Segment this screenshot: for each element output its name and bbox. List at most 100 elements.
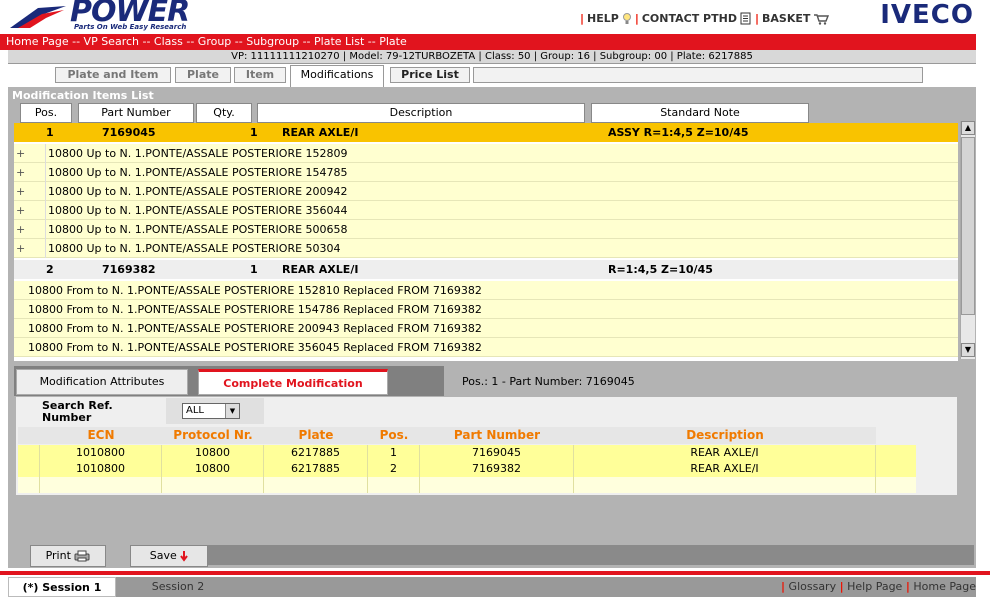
attributes-row[interactable]: 1010800 10800 6217885 2 7169382 REAR AXL… — [18, 461, 916, 477]
scroll-thumb[interactable] — [961, 137, 975, 315]
glossary-link[interactable]: Glossary — [789, 580, 837, 593]
power-logo[interactable]: POWER Parts On Web Easy Research — [8, 0, 190, 34]
child-text: 10800 From to N. 1.PONTE/ASSALE POSTERIO… — [28, 322, 482, 335]
child-row[interactable]: 10800 From to N. 1.PONTE/ASSALE POSTERIO… — [14, 281, 958, 300]
child-text: 10800 From to N. 1.PONTE/ASSALE POSTERIO… — [28, 303, 482, 316]
session-tab-1[interactable]: (*) Session 1 — [8, 577, 116, 597]
expand-plus-icon[interactable]: + — [16, 201, 25, 220]
item-pos: 2 — [46, 263, 54, 276]
brand-tagline: Parts On Web Easy Research — [74, 23, 187, 31]
iveco-logo: IVECO — [880, 0, 974, 30]
tab-item[interactable]: Item — [234, 67, 286, 83]
col-header-description: Description — [257, 103, 585, 123]
position-info: Pos.: 1 - Part Number: 7169045 — [462, 375, 635, 388]
detail-tabs: Modification Attributes Complete Modific… — [14, 366, 444, 396]
scroll-down-icon[interactable]: ▼ — [961, 343, 975, 357]
breadcrumb[interactable]: Home Page -- VP Search -- Class -- Group… — [0, 34, 976, 50]
child-row[interactable]: +10800 Up to N. 1.PONTE/ASSALE POSTERIOR… — [14, 182, 958, 201]
search-ref-select[interactable]: ALL ▼ — [182, 403, 240, 419]
session-bar: (*) Session 1 Session 2 | Glossary | Hel… — [0, 575, 990, 598]
attr-header-plate: Plate — [298, 428, 334, 442]
col-header-part-number: Part Number — [78, 103, 194, 123]
expand-plus-icon[interactable]: + — [16, 182, 25, 201]
expand-plus-icon[interactable]: + — [16, 220, 25, 239]
item-row[interactable]: 1 7169045 1 REAR AXLE/I ASSY R=1:4,5 Z=1… — [14, 123, 958, 142]
tab-plate-and-item[interactable]: Plate and Item — [55, 67, 171, 83]
attributes-panel: Search Ref. Number ALL ▼ ECN Protocol Nr… — [16, 397, 957, 495]
item-standard-note: R=1:4,5 Z=10/45 — [608, 263, 713, 276]
item-qty: 1 — [250, 126, 258, 139]
attr-plate: 6217885 — [264, 461, 368, 477]
col-header-standard-note: Standard Note — [591, 103, 809, 123]
tab-spacer — [473, 67, 923, 83]
item-row[interactable]: 2 7169382 1 REAR AXLE/I R=1:4,5 Z=10/45 — [14, 260, 958, 279]
search-ref-label: Search Ref. Number — [42, 399, 113, 424]
lightbulb-icon — [622, 12, 631, 24]
contact-link[interactable]: CONTACT PTHD — [642, 12, 737, 25]
attr-header-protocol: Protocol Nr. — [173, 428, 253, 442]
save-icon — [180, 551, 189, 562]
expand-plus-icon[interactable]: + — [16, 144, 25, 163]
child-row[interactable]: +10800 Up to N. 1.PONTE/ASSALE POSTERIOR… — [14, 163, 958, 182]
scroll-up-icon[interactable]: ▲ — [961, 121, 975, 135]
tab-price-list[interactable]: Price List — [390, 67, 470, 83]
attr-header-pos: Pos. — [379, 428, 409, 442]
attributes-header: ECN Protocol Nr. Plate Pos. Part Number … — [18, 427, 876, 444]
tab-complete-modification[interactable]: Complete Modification — [198, 369, 388, 395]
attr-ecn: 1010800 — [40, 445, 162, 461]
child-row[interactable]: +10800 Up to N. 1.PONTE/ASSALE POSTERIOR… — [14, 220, 958, 239]
item-part-number: 7169045 — [102, 126, 156, 139]
expand-plus-icon[interactable]: + — [16, 163, 25, 182]
child-text: 10800 From to N. 1.PONTE/ASSALE POSTERIO… — [28, 341, 482, 354]
child-text: 10800 From to N. 1.PONTE/ASSALE POSTERIO… — [28, 284, 482, 297]
attr-pos: 2 — [368, 461, 420, 477]
col-header-qty: Qty. — [196, 103, 252, 123]
attr-plate: 6217885 — [264, 445, 368, 461]
attr-part-number: 7169382 — [420, 461, 574, 477]
tab-modification-attributes[interactable]: Modification Attributes — [16, 369, 188, 395]
attributes-row[interactable]: 1010800 10800 6217885 1 7169045 REAR AXL… — [18, 445, 916, 461]
basket-link[interactable]: BASKET — [762, 12, 810, 25]
print-button[interactable]: Print — [30, 545, 106, 567]
child-row[interactable]: 10800 From to N. 1.PONTE/ASSALE POSTERIO… — [14, 300, 958, 319]
col-header-pos: Pos. — [20, 103, 72, 123]
child-text: 10800 Up to N. 1.PONTE/ASSALE POSTERIORE… — [48, 166, 348, 179]
child-row[interactable]: +10800 Up to N. 1.PONTE/ASSALE POSTERIOR… — [14, 144, 958, 163]
header: POWER Parts On Web Easy Research | HELP … — [0, 0, 990, 34]
tab-modifications[interactable]: Modifications — [290, 65, 384, 87]
attr-description: REAR AXLE/I — [574, 445, 876, 461]
expand-plus-icon[interactable]: + — [16, 239, 25, 258]
home-page-link[interactable]: Home Page — [913, 580, 976, 593]
attr-description: REAR AXLE/I — [574, 461, 876, 477]
child-text: 10800 Up to N. 1.PONTE/ASSALE POSTERIORE… — [48, 204, 348, 217]
footer-links: | Glossary | Help Page | Home Page — [781, 580, 976, 593]
child-row[interactable]: 10800 From to N. 1.PONTE/ASSALE POSTERIO… — [14, 319, 958, 338]
help-page-link[interactable]: Help Page — [847, 580, 902, 593]
bottom-toolbar: Print Save — [8, 542, 976, 568]
item-part-number: 7169382 — [102, 263, 156, 276]
child-row[interactable]: +10800 Up to N. 1.PONTE/ASSALE POSTERIOR… — [14, 239, 958, 258]
item-qty: 1 — [250, 263, 258, 276]
child-text: 10800 Up to N. 1.PONTE/ASSALE POSTERIORE… — [48, 147, 348, 160]
vertical-scrollbar[interactable]: ▲ ▼ — [960, 121, 975, 359]
help-link[interactable]: HELP — [587, 12, 619, 25]
item-description: REAR AXLE/I — [282, 126, 359, 139]
attr-header-part-number: Part Number — [453, 428, 541, 442]
item-standard-note: ASSY R=1:4,5 Z=10/45 — [608, 126, 749, 139]
attr-ecn: 1010800 — [40, 461, 162, 477]
tab-plate[interactable]: Plate — [175, 67, 231, 83]
child-row[interactable]: 10800 From to N. 1.PONTE/ASSALE POSTERIO… — [14, 338, 958, 357]
child-row[interactable]: +10800 Up to N. 1.PONTE/ASSALE POSTERIOR… — [14, 201, 958, 220]
session-tab-2[interactable]: Session 2 — [116, 577, 240, 597]
printer-icon — [74, 550, 90, 562]
print-label: Print — [45, 549, 71, 562]
child-text: 10800 Up to N. 1.PONTE/ASSALE POSTERIORE… — [48, 242, 341, 255]
top-links: | HELP | CONTACT PTHD | BASKET — [580, 12, 830, 25]
attributes-row-empty — [18, 477, 916, 493]
logo-swoosh-icon — [10, 6, 66, 28]
attr-protocol: 10800 — [162, 445, 264, 461]
save-button[interactable]: Save — [130, 545, 208, 567]
item-pos: 1 — [46, 126, 54, 139]
chevron-down-icon[interactable]: ▼ — [225, 404, 239, 418]
attr-part-number: 7169045 — [420, 445, 574, 461]
